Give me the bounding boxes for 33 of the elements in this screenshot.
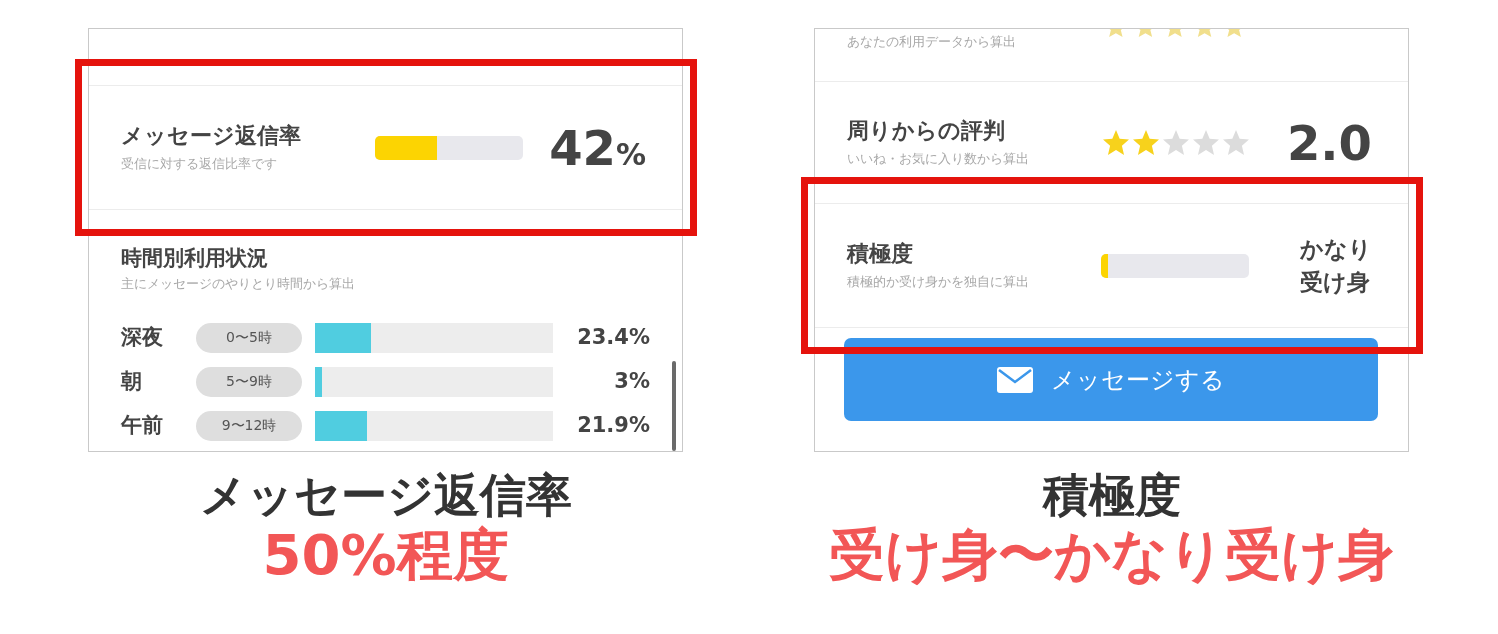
section-description: 主にメッセージのやりとり時間から算出 bbox=[121, 275, 356, 294]
metric-description: 受信に対する返信比率です bbox=[121, 154, 278, 173]
scrollbar-thumb[interactable] bbox=[672, 361, 676, 451]
caption-title: メッセージ返信率 bbox=[199, 468, 572, 524]
time-label: 深夜 bbox=[121, 323, 164, 351]
metric-description: あなたの利用データから算出 bbox=[847, 33, 1017, 51]
usage-percent: 3% bbox=[613, 367, 650, 395]
section-title: 時間別利用状況 bbox=[121, 245, 269, 272]
metric-description: いいね・お気に入り数から算出 bbox=[847, 149, 1030, 168]
time-range-pill: 0〜5時 bbox=[196, 322, 302, 353]
metric-title: 積極度 bbox=[847, 240, 914, 269]
time-label: 午前 bbox=[121, 411, 164, 439]
rating-text: かなり 受け身 bbox=[1300, 235, 1372, 297]
usage-percent: 23.4% bbox=[576, 323, 650, 351]
metric-title: 周りからの評判 bbox=[847, 117, 1006, 146]
caption-note: 50%程度 bbox=[262, 523, 509, 588]
star-icon bbox=[1193, 130, 1219, 155]
caption-title: 積極度 bbox=[1042, 468, 1181, 524]
star-icon bbox=[1103, 130, 1129, 155]
star-icon bbox=[1133, 130, 1159, 155]
usage-percent: 21.9% bbox=[576, 411, 650, 439]
message-button[interactable]: メッセージする bbox=[844, 338, 1378, 421]
time-range-pill: 5〜9時 bbox=[196, 366, 302, 397]
time-range-pill: 9〜12時 bbox=[196, 410, 302, 441]
star-icon bbox=[1163, 130, 1189, 155]
caption-note: 受け身〜かなり受け身 bbox=[829, 523, 1394, 588]
star-icon bbox=[1223, 130, 1249, 155]
score-value: 42% bbox=[549, 123, 646, 172]
time-label: 朝 bbox=[121, 367, 143, 395]
score-value: 2.0 bbox=[1286, 118, 1372, 167]
metric-description: 積極的か受け身かを独自に算出 bbox=[847, 272, 1030, 291]
metric-title: メッセージ返信率 bbox=[121, 122, 302, 151]
envelope-icon bbox=[997, 366, 1033, 393]
